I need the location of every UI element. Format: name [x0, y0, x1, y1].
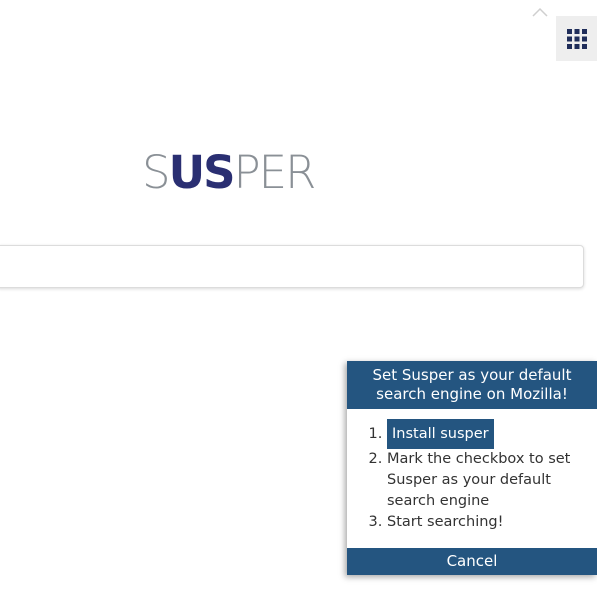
step-1: Install susper: [387, 419, 591, 449]
step-3: Start searching!: [387, 512, 591, 533]
steps-list: Install susper Mark the checkbox to set …: [347, 419, 591, 533]
default-search-popup: Set Susper as your default search engine…: [347, 361, 597, 575]
cancel-button[interactable]: Cancel: [347, 548, 597, 575]
grid-icon: [566, 28, 587, 49]
search-input[interactable]: [0, 245, 584, 288]
page: SUSPER Set Susper as your default search…: [0, 0, 597, 593]
logo-part-s: S: [142, 146, 171, 199]
logo-part-per: PER: [233, 146, 317, 199]
susper-logo: SUSPER: [142, 145, 317, 201]
logo-part-us: US: [168, 146, 236, 199]
install-button[interactable]: Install susper: [387, 419, 494, 449]
chevron-up-icon[interactable]: [532, 6, 548, 18]
apps-button[interactable]: [556, 16, 597, 61]
step-2: Mark the checkbox to set Susper as your …: [387, 449, 591, 512]
popup-body: Install susper Mark the checkbox to set …: [347, 409, 597, 537]
popup-title: Set Susper as your default search engine…: [347, 361, 597, 409]
